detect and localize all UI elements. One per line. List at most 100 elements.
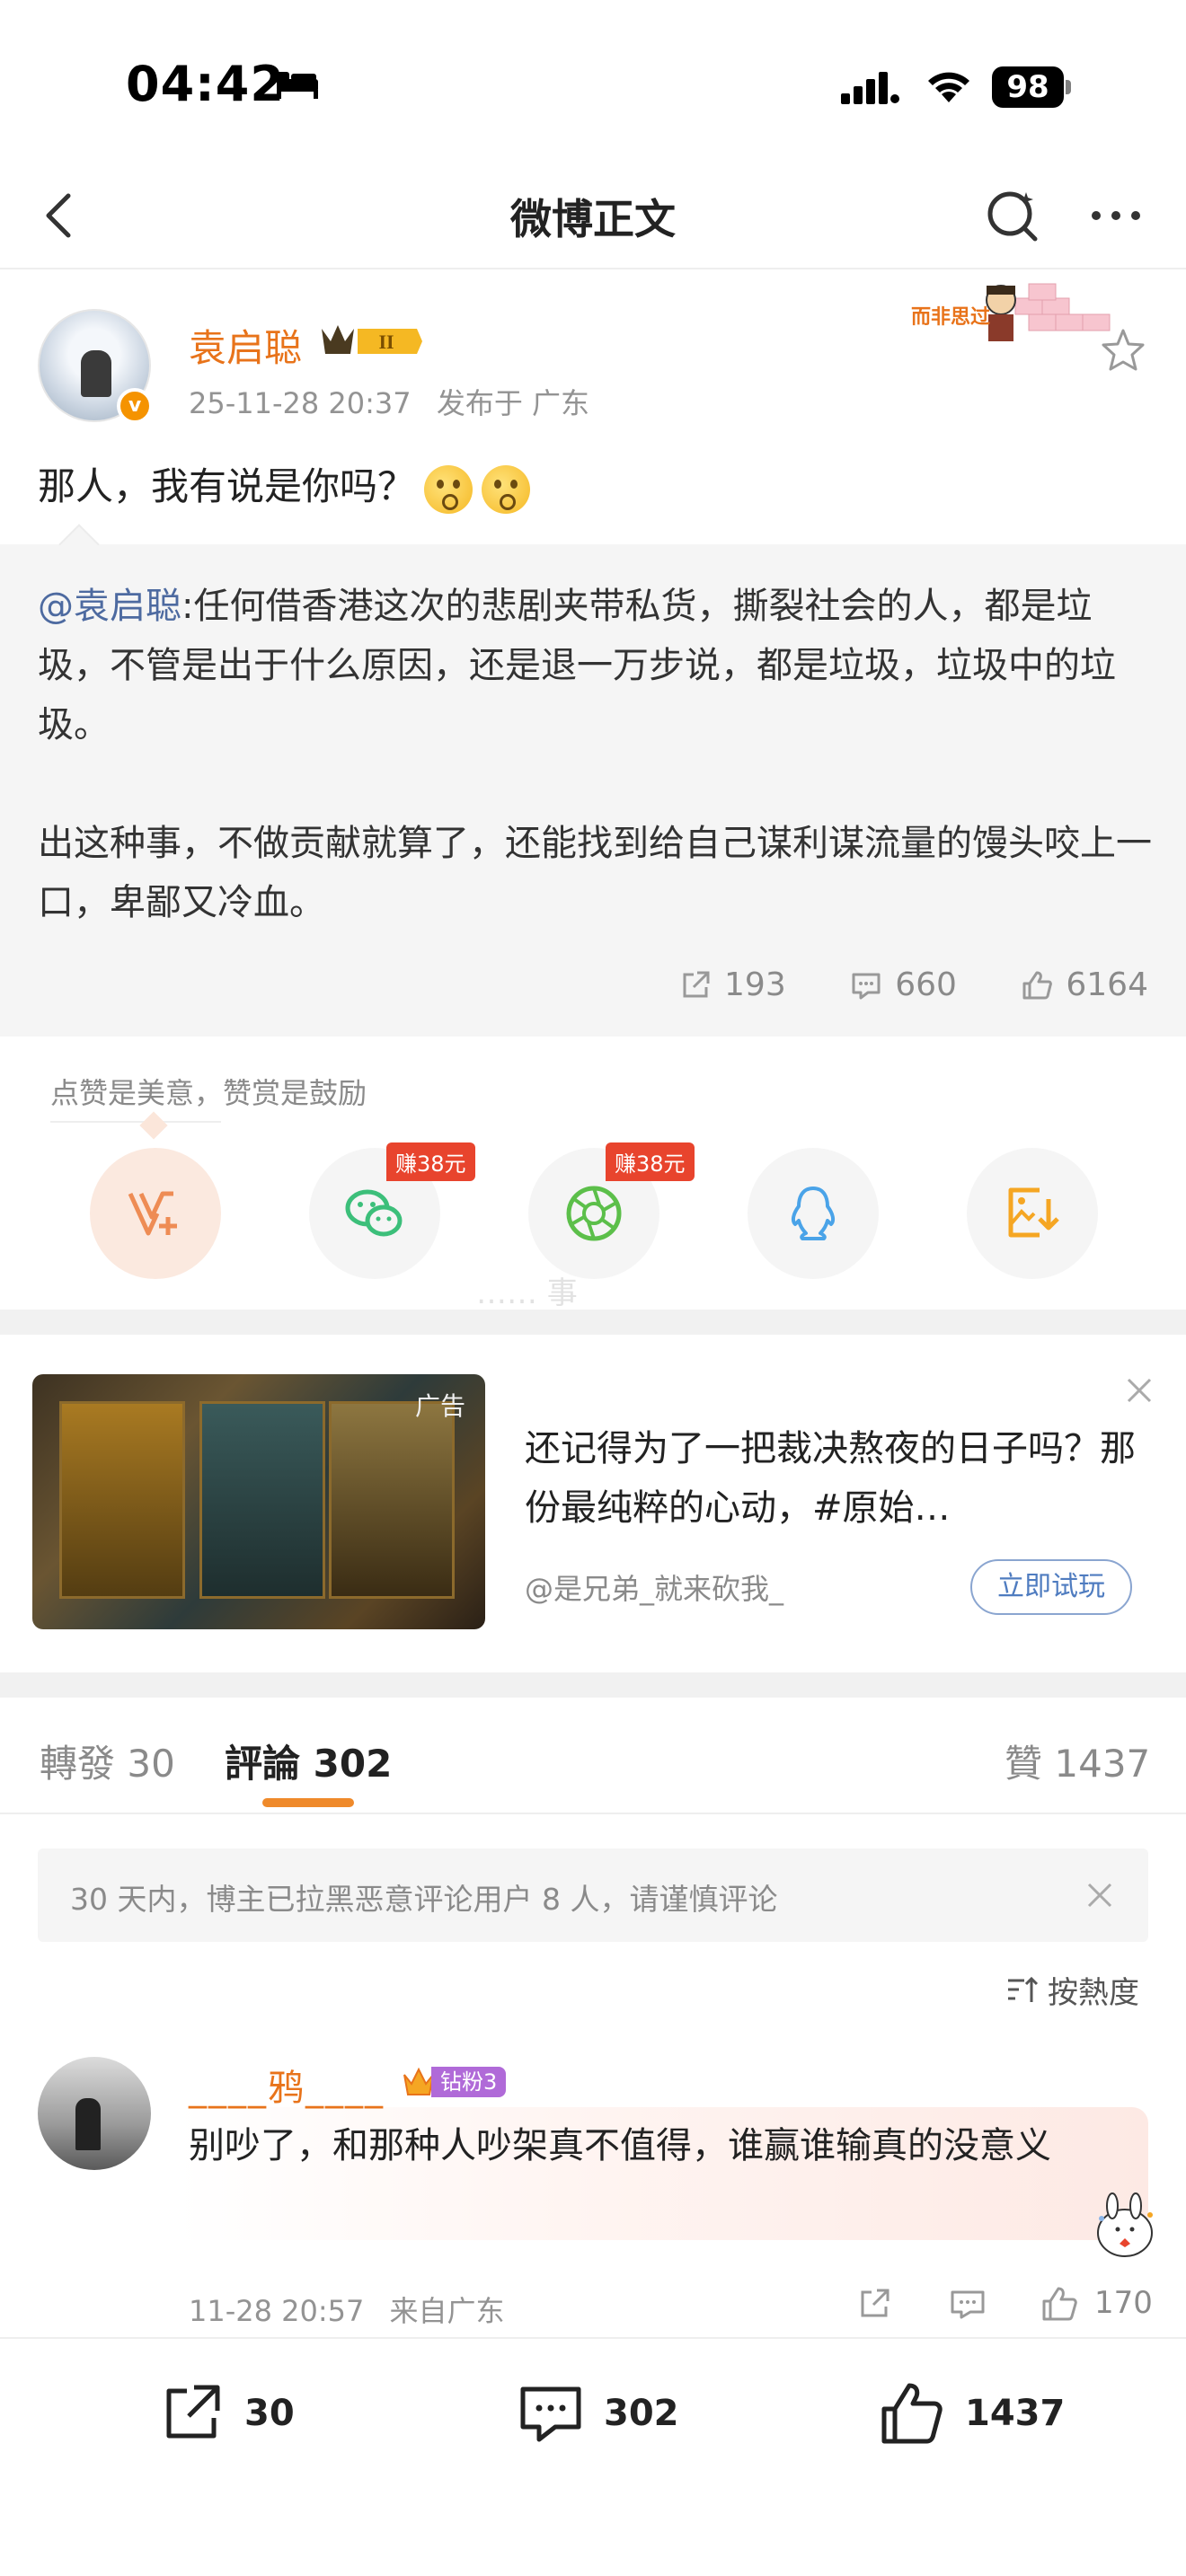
search-icon[interactable] bbox=[979, 181, 1048, 250]
quoted-comment-count: 660 bbox=[895, 966, 957, 1003]
bottom-comment-button[interactable]: 302 bbox=[516, 2378, 679, 2448]
reward-button[interactable] bbox=[90, 1148, 221, 1279]
ad-image-panel bbox=[59, 1401, 185, 1599]
tab-comments-count: 302 bbox=[313, 1742, 393, 1786]
thumbs-up-icon bbox=[1022, 971, 1053, 999]
battery-tip bbox=[1066, 80, 1071, 94]
notice-text: 30 天内，博主已拉黑恶意评论用户 8 人，请谨慎评论 bbox=[70, 1882, 778, 1917]
ad-title[interactable]: 还记得为了一把裁决熬夜的日子吗？那份最纯粹的心动，#原始… bbox=[525, 1419, 1136, 1538]
ad-source[interactable]: @是兄弟_就来砍我_ bbox=[525, 1566, 783, 1608]
tab-reposts-count: 30 bbox=[127, 1742, 175, 1786]
tab-reposts[interactable]: 轉發 30 bbox=[40, 1734, 175, 1788]
wechat-icon bbox=[345, 1189, 403, 1237]
vip-crown-icon[interactable]: II bbox=[318, 322, 424, 361]
quoted-text-1: :任何借香港这次的悲剧夹带私货，撕裂社会的人，都是垃圾，不管是出于什么原因，还是… bbox=[38, 586, 1116, 745]
nav-bar: 微博正文 bbox=[0, 162, 1186, 269]
reward-hint-divider bbox=[50, 1121, 221, 1123]
more-icon[interactable] bbox=[1082, 181, 1150, 250]
save-image-button[interactable] bbox=[967, 1148, 1098, 1279]
bottom-like-count: 1437 bbox=[965, 2393, 1066, 2434]
ad-image-panel bbox=[199, 1401, 325, 1599]
section-divider bbox=[0, 1310, 1186, 1335]
comment-text: 别吵了，和那种人吵架真不值得，谁赢谁输真的没意义 bbox=[189, 2125, 1051, 2166]
share-qq-button[interactable] bbox=[748, 1148, 879, 1279]
post-timestamp: 25-11-28 20:37 bbox=[189, 386, 412, 420]
vip-level-text: II bbox=[378, 331, 394, 353]
quoted-text: @袁启聪:任何借香港这次的悲剧夹带私货，撕裂社会的人，都是垃圾，不管是出于什么原… bbox=[38, 577, 1152, 932]
quote-notch bbox=[58, 524, 100, 565]
quoted-paragraph-1: @袁启聪:任何借香港这次的悲剧夹带私货，撕裂社会的人，都是垃圾，不管是出于什么原… bbox=[38, 577, 1152, 754]
quoted-actions: 193 660 6164 bbox=[625, 966, 1148, 1010]
comment-icon bbox=[852, 973, 881, 999]
quoted-like-count: 6164 bbox=[1066, 966, 1148, 1003]
comment-meta: 11-28 20:57 来自广东 bbox=[189, 2289, 521, 2330]
blocklist-notice: 30 天内，博主已拉黑恶意评论用户 8 人，请谨慎评论 bbox=[38, 1848, 1148, 1942]
close-icon[interactable] bbox=[1082, 1877, 1118, 1913]
post-text: 那人，我有说是你吗？ bbox=[38, 456, 531, 514]
thumbs-up-icon[interactable] bbox=[1039, 2283, 1080, 2325]
comment-like-count: 170 bbox=[1094, 2285, 1153, 2321]
share-moments-button[interactable]: 赚38元 bbox=[528, 1142, 695, 1279]
comment-time: 11-28 20:57 bbox=[189, 2294, 365, 2328]
tab-likes-label: 贊 bbox=[1005, 1742, 1043, 1786]
close-icon[interactable] bbox=[1121, 1372, 1157, 1408]
surprised-emoji-icon bbox=[482, 464, 531, 514]
earn-badge: 赚38元 bbox=[606, 1142, 695, 1181]
repost-icon bbox=[683, 971, 710, 997]
wifi-icon bbox=[928, 72, 969, 102]
comment-location: 来自广东 bbox=[389, 2294, 505, 2328]
bottom-repost-count: 30 bbox=[244, 2393, 295, 2434]
section-divider bbox=[0, 1672, 1186, 1698]
quoted-repost-button[interactable]: 193 bbox=[677, 966, 786, 1003]
faded-text: …… 事 bbox=[476, 1275, 578, 1311]
fan-badge-label: 钻粉3 bbox=[431, 2067, 507, 2097]
ad-cta-button[interactable]: 立即试玩 bbox=[970, 1559, 1132, 1615]
favorite-star-icon[interactable] bbox=[1098, 325, 1148, 375]
ad-tag: 广告 bbox=[415, 1391, 466, 1421]
post-location: 发布于 广东 bbox=[436, 386, 589, 420]
bottom-like-button[interactable]: 1437 bbox=[877, 2378, 1065, 2448]
tab-comments[interactable]: 評論 302 bbox=[225, 1734, 392, 1788]
avatar-figure bbox=[81, 350, 111, 397]
qq-penguin-icon bbox=[791, 1187, 836, 1240]
ad-image-panel bbox=[329, 1401, 455, 1599]
quoted-repost-count: 193 bbox=[724, 966, 786, 1003]
comment-icon[interactable] bbox=[947, 2283, 988, 2325]
share-row: 赚38元 赚38元 bbox=[90, 1142, 1098, 1279]
repost-icon bbox=[166, 2385, 220, 2439]
post-body: 那人，我有说是你吗？ bbox=[38, 464, 416, 508]
thumbs-up-icon bbox=[881, 2383, 943, 2444]
quoted-comment-button[interactable]: 660 bbox=[848, 966, 957, 1003]
reward-caret bbox=[139, 1111, 168, 1140]
post-meta: 25-11-28 20:37 发布于 广东 bbox=[189, 381, 606, 422]
active-tab-indicator bbox=[262, 1798, 354, 1807]
image-download-icon bbox=[1008, 1187, 1059, 1238]
sort-label: 按熱度 bbox=[1048, 1974, 1139, 2011]
sleep-focus-icon bbox=[277, 72, 318, 99]
sort-icon bbox=[1008, 1976, 1039, 2002]
bunny-sticker-icon bbox=[1097, 2192, 1153, 2257]
bottom-repost-button[interactable]: 30 bbox=[156, 2378, 295, 2448]
reward-v-icon bbox=[128, 1191, 177, 1236]
author-name[interactable]: 袁启聪 bbox=[189, 318, 302, 373]
tab-reposts-label: 轉發 bbox=[40, 1742, 116, 1786]
tab-likes-count: 1437 bbox=[1054, 1742, 1151, 1786]
battery-level: 98 bbox=[992, 66, 1064, 108]
verified-badge: v bbox=[117, 388, 153, 424]
commenter-name[interactable]: ____鸦____ bbox=[189, 2059, 385, 2111]
quoted-like-button[interactable]: 6164 bbox=[1019, 966, 1148, 1003]
bottom-action-bar: 30 302 1437 bbox=[0, 2337, 1186, 2576]
share-wechat-button[interactable]: 赚38元 bbox=[309, 1142, 475, 1279]
quoted-post[interactable]: @袁启聪:任何借香港这次的悲剧夹带私货，撕裂社会的人，都是垃圾，不管是出于什么原… bbox=[0, 524, 1186, 1037]
repost-icon[interactable] bbox=[854, 2283, 895, 2325]
commenter-avatar[interactable] bbox=[38, 2057, 151, 2170]
tab-comments-label: 評論 bbox=[225, 1742, 301, 1786]
reward-hint: 点赞是美意，赞赏是鼓励 bbox=[50, 1076, 367, 1110]
bottom-comment-count: 302 bbox=[604, 2393, 679, 2434]
fan-badge[interactable]: 钻粉3 bbox=[401, 2064, 507, 2100]
cartoon-sticker-icon: 而非思过 bbox=[911, 283, 1111, 341]
sort-by-heat-button[interactable]: 按熱度 bbox=[1005, 1967, 1139, 2012]
tab-likes[interactable]: 贊 1437 bbox=[1005, 1734, 1150, 1788]
status-bar: 04:42 98 bbox=[0, 0, 1186, 162]
quoted-mention-link[interactable]: @袁启聪 bbox=[38, 586, 181, 627]
